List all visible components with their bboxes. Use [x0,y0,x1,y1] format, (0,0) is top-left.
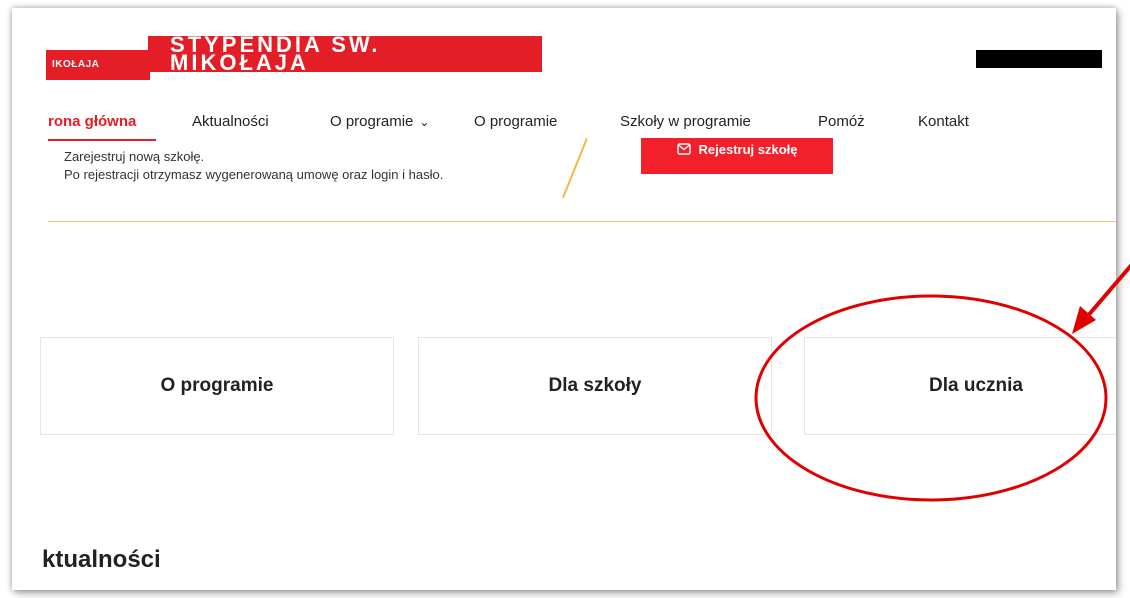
registration-line-2: Po rejestracji otrzymasz wygenerowaną um… [64,167,444,182]
section-divider [48,221,1116,222]
nav-item-home[interactable]: rona główna [48,104,136,140]
envelope-icon [676,143,691,155]
logo-banner-text: STYPENDIA ŚW. MIKOŁAJA [170,36,381,72]
register-school-button[interactable]: Rejestruj szkołę [641,138,833,174]
nav-item-program-dropdown[interactable]: O programie ⌄ [330,104,429,140]
card-for-school-label: Dla szkoły [548,375,642,396]
card-for-school[interactable]: Dla szkoły [418,337,772,435]
news-section-title: ktualności [42,546,161,573]
browser-viewport: IKOŁAJA STYPENDIA ŚW. MIKOŁAJA rona głów… [12,8,1116,590]
card-for-student-label: Dla ucznia [929,375,1023,396]
chevron-down-icon: ⌄ [419,115,430,129]
logo-small[interactable]: IKOŁAJA [46,50,150,80]
register-school-label: Rejestruj szkołę [698,141,798,157]
registration-info: Zarejestruj nową szkołę. Po rejestracji … [64,148,443,184]
nav-active-underline [48,139,156,141]
nav-item-program-label: O programie [330,113,414,130]
card-for-student[interactable]: Dla ucznia [804,337,1116,435]
nav-item-contact[interactable]: Kontakt [918,104,969,140]
decorative-slash [562,138,588,199]
card-about-program-label: O programie [160,375,274,396]
nav-item-schools[interactable]: Szkoły w programie [620,104,751,140]
card-about-program[interactable]: O programie [40,337,394,435]
redacted-block [976,50,1102,68]
nav-item-news[interactable]: Aktualności [192,104,269,140]
registration-line-1: Zarejestruj nową szkołę. [64,149,205,164]
nav-item-help[interactable]: Pomóż [818,104,865,140]
logo-banner[interactable]: STYPENDIA ŚW. MIKOŁAJA [148,36,542,72]
main-nav: rona główna Aktualności O programie ⌄ O p… [12,104,1116,144]
nav-item-program[interactable]: O programie [474,104,557,140]
